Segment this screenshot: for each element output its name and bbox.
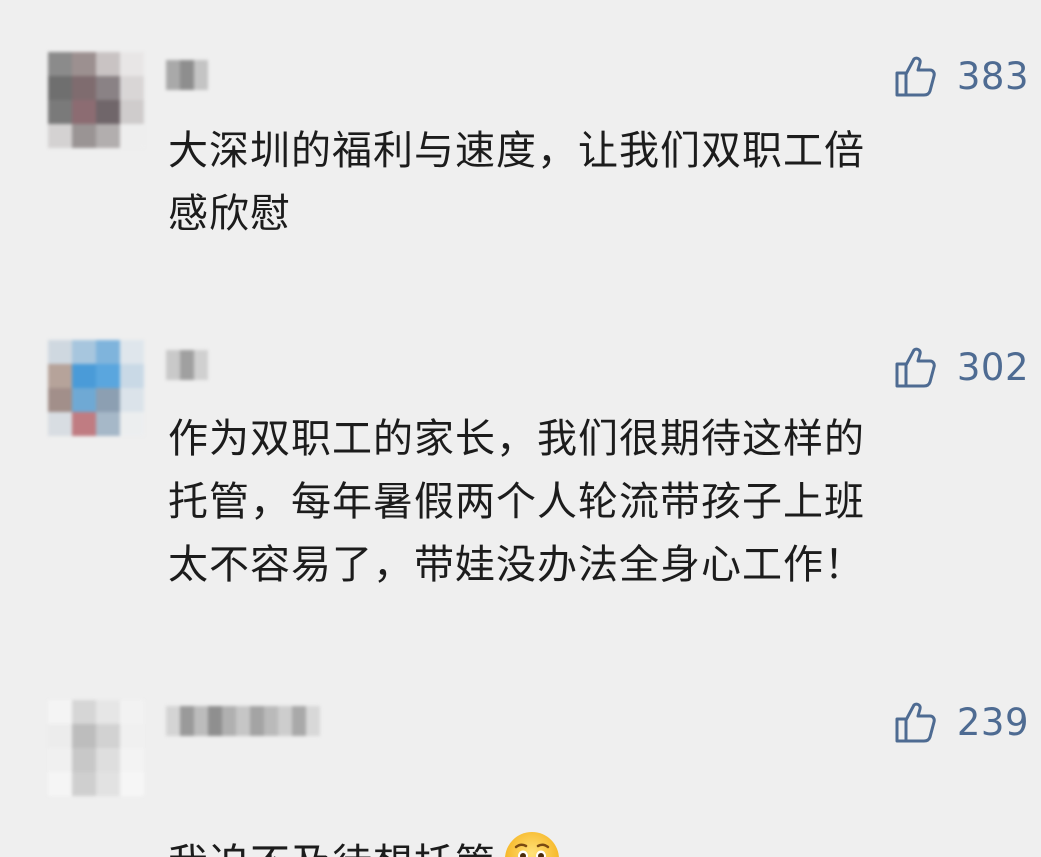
thumbs-up-icon xyxy=(895,702,936,743)
nickname[interactable] xyxy=(166,706,320,736)
comment-text-content: 我迫不及待想托管 xyxy=(168,841,496,857)
crying-face-emoji xyxy=(505,832,559,857)
thumbs-up-icon xyxy=(895,347,936,388)
avatar[interactable] xyxy=(48,340,144,436)
like-count: 239 xyxy=(956,700,1029,744)
nickname[interactable] xyxy=(166,350,208,380)
like-count: 302 xyxy=(956,345,1029,389)
comment-list: 383 大深圳的福利与速度，让我们双职工倍 感欣慰 302 作为双职工的家长，我… xyxy=(0,0,1041,857)
like-button[interactable]: 383 xyxy=(893,54,1029,98)
comment-text: 作为双职工的家长，我们很期待这样的 托管，每年暑假两个人轮流带孩子上班 太不容易… xyxy=(168,416,865,588)
comment-text: 我迫不及待想托管 xyxy=(168,766,1018,857)
like-button[interactable]: 239 xyxy=(893,700,1029,744)
nickname[interactable] xyxy=(166,60,208,90)
thumbs-up-icon xyxy=(895,56,936,97)
avatar[interactable] xyxy=(48,700,144,796)
comment-text: 大深圳的福利与速度，让我们双职工倍 感欣慰 xyxy=(168,128,865,237)
avatar[interactable] xyxy=(48,52,144,148)
like-count: 383 xyxy=(956,54,1029,98)
like-button[interactable]: 302 xyxy=(893,345,1029,389)
